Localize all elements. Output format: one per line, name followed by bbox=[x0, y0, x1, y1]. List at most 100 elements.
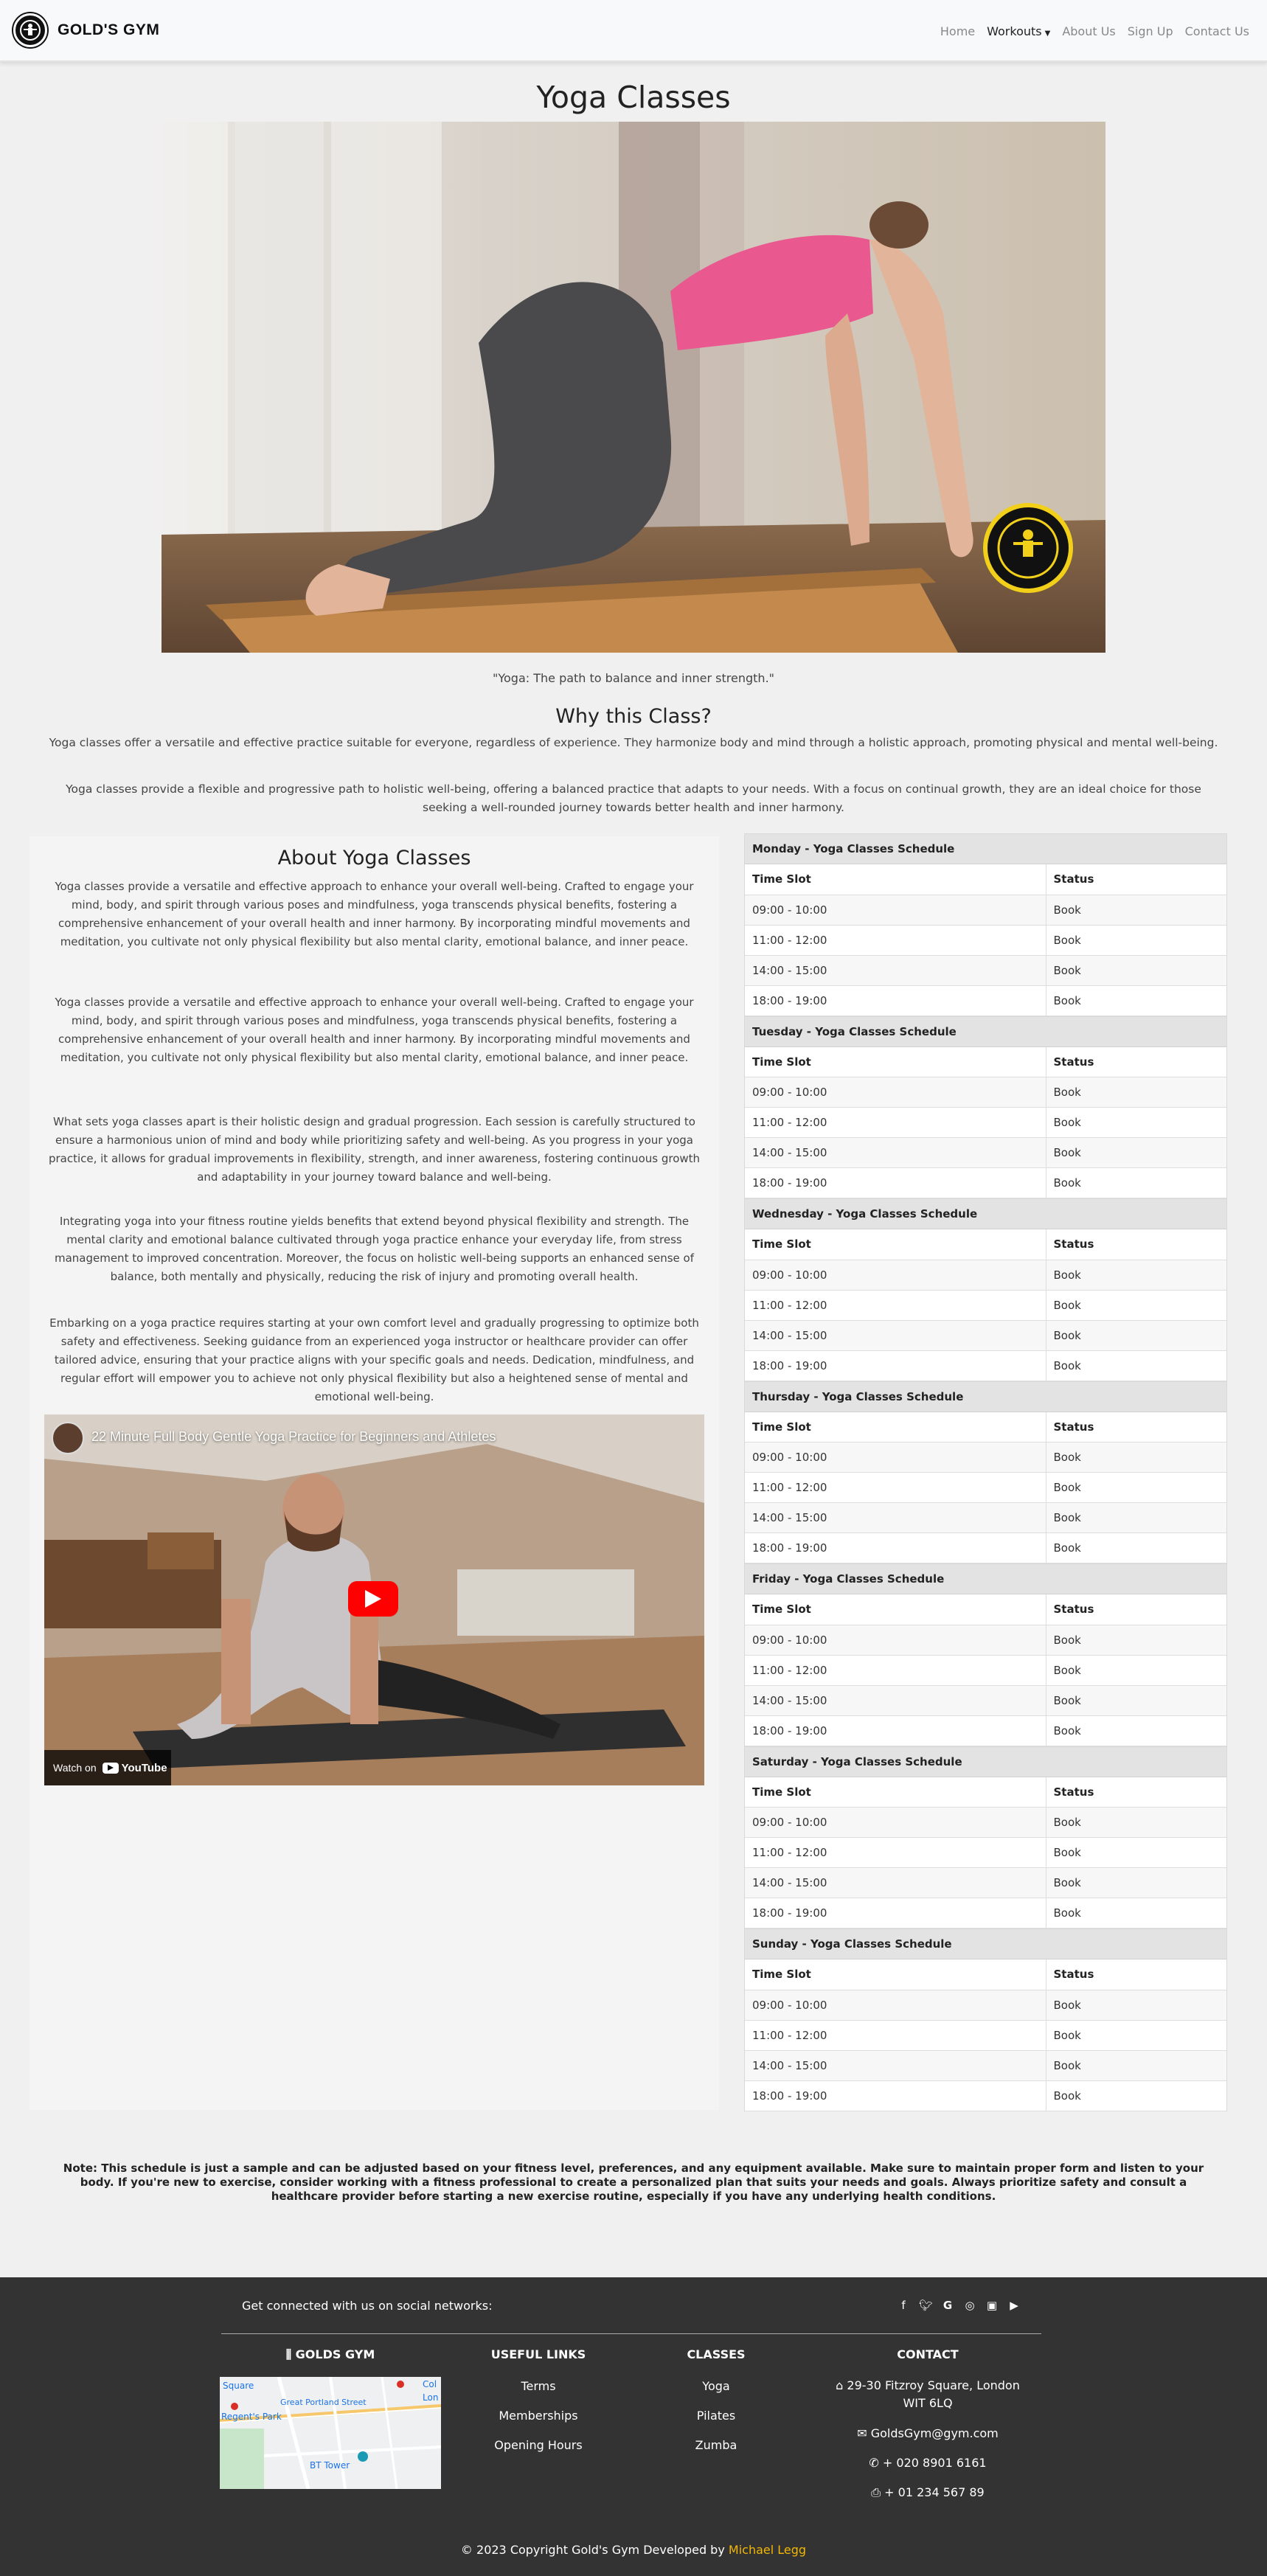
time-slot-cell: 18:00 - 19:00 bbox=[745, 2080, 1046, 2111]
time-slot-cell: 11:00 - 12:00 bbox=[745, 1655, 1046, 1686]
copyright-text: © 2023 Copyright Gold's Gym Developed by bbox=[460, 2543, 725, 2557]
day-schedule: Monday - Yoga Classes Schedule Time Slot S… bbox=[744, 833, 1227, 1016]
table-row: 11:00 - 12:00 Book bbox=[745, 2020, 1226, 2051]
book-link[interactable]: Book bbox=[1046, 1137, 1226, 1168]
book-link[interactable]: Book bbox=[1046, 955, 1226, 986]
book-link[interactable]: Book bbox=[1046, 2020, 1226, 2051]
book-link[interactable]: Book bbox=[1046, 1167, 1226, 1198]
book-link[interactable]: Book bbox=[1046, 1442, 1226, 1473]
nav-contact-us[interactable]: Contact Us bbox=[1185, 24, 1249, 38]
linkedin-icon[interactable]: ▣ bbox=[985, 2299, 999, 2312]
table-row: 09:00 - 10:00 Book bbox=[745, 1807, 1226, 1838]
book-link[interactable]: Book bbox=[1046, 1807, 1226, 1838]
table-row: 14:00 - 15:00 Book bbox=[745, 1502, 1226, 1533]
brand-link[interactable]: GOLD'S GYM bbox=[13, 13, 159, 47]
book-link[interactable]: Book bbox=[1046, 1260, 1226, 1291]
time-slot-cell: 11:00 - 12:00 bbox=[745, 2020, 1046, 2051]
youtube-video-embed[interactable]: 22 Minute Full Body Gentle Yoga Practice… bbox=[44, 1414, 704, 1785]
footer-link-opening-hours[interactable]: Opening Hours bbox=[465, 2438, 612, 2452]
footer-link-pilates[interactable]: Pilates bbox=[642, 2409, 790, 2423]
schedule-table: Time Slot Status 09:00 - 10:00 Book 11:00 - … bbox=[745, 1412, 1226, 1563]
nav-about-us[interactable]: About Us bbox=[1062, 24, 1115, 38]
twitter-icon[interactable]: 🐦︎ bbox=[919, 2299, 933, 2312]
time-slot-cell: 14:00 - 15:00 bbox=[745, 1320, 1046, 1351]
book-link[interactable]: Book bbox=[1046, 985, 1226, 1016]
table-row: 18:00 - 19:00 Book bbox=[745, 2080, 1226, 2111]
schedule-table: Time Slot Status 09:00 - 10:00 Book 11:00 - … bbox=[745, 864, 1226, 1016]
time-slot-header: Time Slot bbox=[745, 864, 1046, 895]
footer-link-terms[interactable]: Terms bbox=[465, 2379, 612, 2393]
book-link[interactable]: Book bbox=[1046, 895, 1226, 926]
book-link[interactable]: Book bbox=[1046, 1837, 1226, 1868]
table-row: 18:00 - 19:00 Book bbox=[745, 1532, 1226, 1563]
google-icon[interactable]: G bbox=[941, 2299, 954, 2312]
book-link[interactable]: Book bbox=[1046, 1715, 1226, 1746]
watch-on-youtube-button[interactable]: Watch on YouTube bbox=[44, 1750, 171, 1785]
book-link[interactable]: Book bbox=[1046, 1290, 1226, 1321]
time-slot-cell: 09:00 - 10:00 bbox=[745, 1442, 1046, 1473]
developer-link[interactable]: Michael Legg bbox=[729, 2543, 806, 2557]
book-link[interactable]: Book bbox=[1046, 1502, 1226, 1533]
book-link[interactable]: Book bbox=[1046, 1867, 1226, 1898]
table-row: 09:00 - 10:00 Book bbox=[745, 1625, 1226, 1656]
social-bar: Get connected with us on social networks… bbox=[221, 2277, 1041, 2334]
youtube-icon[interactable]: ▶ bbox=[1007, 2299, 1021, 2312]
footer-link-zumba[interactable]: Zumba bbox=[642, 2438, 790, 2452]
status-header: Status bbox=[1046, 1959, 1226, 1990]
schedule-table: Time Slot Status 09:00 - 10:00 Book 11:00 - … bbox=[745, 1594, 1226, 1746]
about-paragraph: Yoga classes provide a versatile and eff… bbox=[55, 996, 694, 1064]
nav-sign-up[interactable]: Sign Up bbox=[1128, 24, 1173, 38]
nav-home[interactable]: Home bbox=[940, 24, 975, 38]
footer-link-memberships[interactable]: Memberships bbox=[465, 2409, 612, 2423]
map-label: Great Portland Street bbox=[280, 2398, 367, 2407]
book-link[interactable]: Book bbox=[1046, 1350, 1226, 1381]
day-schedule: Saturday - Yoga Classes Schedule Time Slo… bbox=[744, 1746, 1227, 1928]
book-link[interactable]: Book bbox=[1046, 1532, 1226, 1563]
book-link[interactable]: Book bbox=[1046, 2050, 1226, 2081]
time-slot-cell: 11:00 - 12:00 bbox=[745, 1472, 1046, 1503]
contact-phone[interactable]: ✆ + 020 8901 6161 bbox=[832, 2454, 1024, 2472]
table-row: 09:00 - 10:00 Book bbox=[745, 895, 1226, 926]
about-panel: About Yoga Classes Yoga classes provide … bbox=[29, 836, 719, 2110]
play-icon[interactable] bbox=[348, 1581, 398, 1617]
book-link[interactable]: Book bbox=[1046, 1472, 1226, 1503]
contact-email[interactable]: ✉ GoldsGym@gym.com bbox=[832, 2425, 1024, 2443]
book-link[interactable]: Book bbox=[1046, 2080, 1226, 2111]
time-slot-cell: 18:00 - 19:00 bbox=[745, 1898, 1046, 1928]
book-link[interactable]: Book bbox=[1046, 1655, 1226, 1686]
footer-link-yoga[interactable]: Yoga bbox=[642, 2379, 790, 2393]
golds-gym-logo-icon bbox=[13, 13, 47, 47]
contact-address: ⌂ 29-30 Fitzroy Square, London WIT 6LQ bbox=[832, 2377, 1024, 2412]
table-row: 09:00 - 10:00 Book bbox=[745, 1260, 1226, 1291]
time-slot-header: Time Slot bbox=[745, 1594, 1046, 1625]
nav-workouts-dropdown[interactable]: Workouts ▼ bbox=[987, 24, 1050, 38]
useful-links-title: USEFUL LINKS bbox=[490, 2347, 586, 2361]
table-row: 09:00 - 10:00 Book bbox=[745, 1442, 1226, 1473]
day-schedule: Wednesday - Yoga Classes Schedule Time Sl… bbox=[744, 1198, 1227, 1381]
time-slot-cell: 14:00 - 15:00 bbox=[745, 2050, 1046, 2081]
status-header: Status bbox=[1046, 1412, 1226, 1443]
time-slot-cell: 11:00 - 12:00 bbox=[745, 1107, 1046, 1138]
map-label: Regent's Park bbox=[221, 2412, 282, 2422]
time-slot-header: Time Slot bbox=[745, 1412, 1046, 1443]
table-row: 14:00 - 15:00 Book bbox=[745, 955, 1226, 986]
channel-avatar[interactable] bbox=[52, 1422, 84, 1454]
location-map[interactable]: Square Great Portland Street Regent's Pa… bbox=[220, 2377, 441, 2489]
book-link[interactable]: Book bbox=[1046, 1990, 1226, 2021]
book-link[interactable]: Book bbox=[1046, 1107, 1226, 1138]
book-link[interactable]: Book bbox=[1046, 925, 1226, 956]
book-link[interactable]: Book bbox=[1046, 1685, 1226, 1716]
map-label: Square bbox=[223, 2381, 254, 2391]
book-link[interactable]: Book bbox=[1046, 1320, 1226, 1351]
book-link[interactable]: Book bbox=[1046, 1625, 1226, 1656]
book-link[interactable]: Book bbox=[1046, 1898, 1226, 1928]
time-slot-cell: 18:00 - 19:00 bbox=[745, 1167, 1046, 1198]
video-title[interactable]: 22 Minute Full Body Gentle Yoga Practice… bbox=[91, 1429, 496, 1445]
about-title: About Yoga Classes bbox=[277, 847, 471, 869]
status-header: Status bbox=[1046, 1594, 1226, 1625]
status-header: Status bbox=[1046, 864, 1226, 895]
youtube-logo-icon: YouTube bbox=[102, 1762, 167, 1774]
facebook-icon[interactable]: f bbox=[897, 2299, 910, 2312]
instagram-icon[interactable]: ◎ bbox=[963, 2299, 976, 2312]
book-link[interactable]: Book bbox=[1046, 1077, 1226, 1108]
